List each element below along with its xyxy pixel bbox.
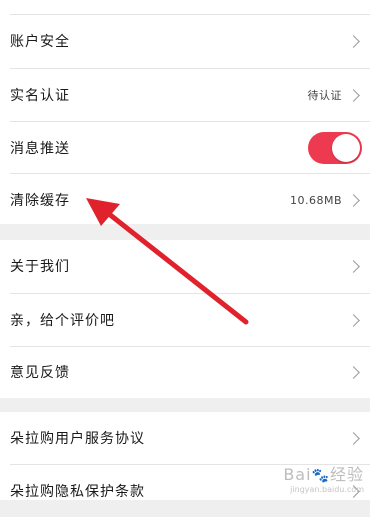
watermark-text: Bai <box>283 465 312 484</box>
clear-cache-row[interactable]: 清除缓存 10.68MB <box>0 174 370 226</box>
clear-cache-label: 清除缓存 <box>10 193 70 209</box>
push-notification-label: 消息推送 <box>10 141 70 157</box>
settings-group-2: 关于我们 亲，给个评价吧 意见反馈 <box>0 240 370 398</box>
privacy-policy-label: 朵拉购隐私保护条款 <box>10 484 145 500</box>
auth-status-value: 待认证 <box>307 89 342 102</box>
user-agreement-row[interactable]: 朵拉购用户服务协议 <box>0 412 370 464</box>
chevron-right-icon <box>347 313 360 327</box>
chevron-right-icon <box>347 259 360 273</box>
chevron-right-icon <box>347 193 360 207</box>
watermark-url: jingyan.baidu.com <box>290 485 364 494</box>
real-name-auth-label: 实名认证 <box>10 88 70 104</box>
settings-group-1: 账户安全 实名认证 待认证 消息推送 清除缓存 10.68MB <box>0 0 370 224</box>
toggle-knob <box>332 134 360 162</box>
user-agreement-label: 朵拉购用户服务协议 <box>10 431 145 447</box>
rate-app-row[interactable]: 亲，给个评价吧 <box>0 294 370 346</box>
chevron-right-icon <box>347 34 360 48</box>
real-name-auth-row[interactable]: 实名认证 待认证 <box>0 69 370 121</box>
account-security-label: 账户安全 <box>10 34 70 50</box>
feedback-row[interactable]: 意见反馈 <box>0 346 370 398</box>
about-us-label: 关于我们 <box>10 259 70 275</box>
chevron-right-icon <box>347 88 360 102</box>
cache-size-value: 10.68MB <box>289 193 342 207</box>
chevron-right-icon <box>347 431 360 445</box>
push-notification-toggle[interactable] <box>308 132 362 164</box>
push-notification-row: 消息推送 <box>0 122 370 174</box>
account-security-row[interactable]: 账户安全 <box>0 15 370 67</box>
chevron-right-icon <box>347 365 360 379</box>
watermark-text-2: 经验 <box>329 465 364 484</box>
baidu-watermark: Bai🐾经验 jingyan.baidu.com <box>283 461 364 494</box>
paw-icon: 🐾 <box>311 468 330 484</box>
feedback-label: 意见反馈 <box>10 365 70 381</box>
about-us-row[interactable]: 关于我们 <box>0 240 370 292</box>
rate-app-label: 亲，给个评价吧 <box>10 313 115 329</box>
